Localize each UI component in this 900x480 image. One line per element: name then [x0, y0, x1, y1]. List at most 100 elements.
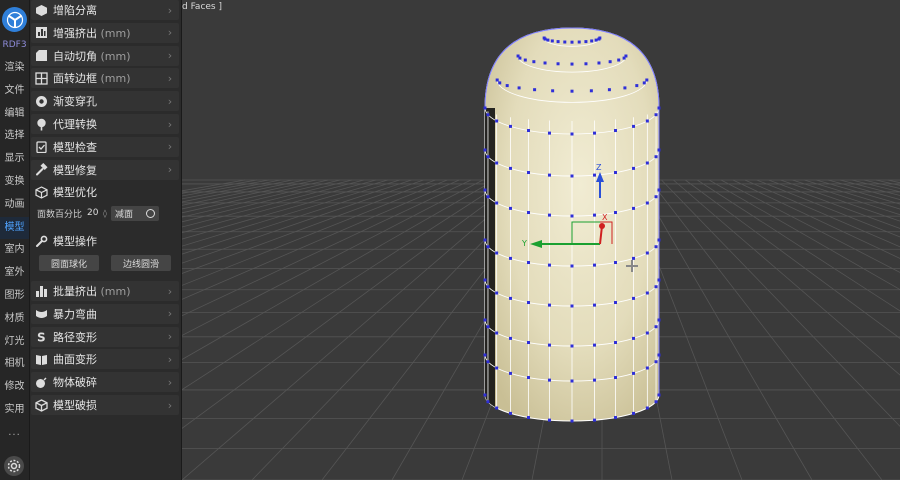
percent-label: 面数百分比: [37, 209, 83, 220]
wrench-icon: [34, 234, 48, 248]
tool-row[interactable]: 模型破损 ›: [31, 395, 179, 415]
tool-row-label: 代理转换: [53, 118, 97, 131]
bomb-icon: [34, 375, 48, 389]
model-operate-header[interactable]: 模型操作: [31, 231, 179, 251]
viewport-label: d Faces ]: [182, 2, 222, 12]
tool-row[interactable]: 增强挤出 (mm) ›: [31, 22, 179, 43]
chevron-right-icon[interactable]: ›: [165, 4, 175, 17]
rail-item[interactable]: 文件: [0, 80, 29, 102]
chevron-right-icon[interactable]: ›: [165, 163, 175, 176]
rail-item[interactable]: 显示: [0, 148, 29, 170]
axis-x-label: X: [602, 213, 608, 222]
tool-row-label: 渐变穿孔: [53, 95, 97, 109]
chevron-right-icon[interactable]: ›: [165, 330, 175, 343]
gear-icon[interactable]: [4, 456, 24, 476]
chevron-right-icon[interactable]: ›: [165, 95, 175, 108]
tool-row-label: 模型修复: [53, 163, 97, 177]
rail-item[interactable]: 室外: [0, 262, 29, 284]
chevron-right-icon[interactable]: ›: [165, 72, 175, 85]
rail-item[interactable]: 变换: [0, 171, 29, 193]
operate-controls: 圆面球化 边线圆滑: [31, 252, 179, 274]
hammer-icon: [34, 163, 48, 177]
tool-row[interactable]: 暴力弯曲 ›: [31, 303, 179, 324]
viewport[interactable]: Z Y X: [182, 0, 900, 480]
grid-frame-icon: [34, 71, 48, 85]
tool-row-label: 模型检查: [53, 140, 97, 154]
rail-item[interactable]: 实用: [0, 399, 29, 421]
rail-item[interactable]: 模型: [0, 216, 29, 239]
path-s-icon: S: [34, 330, 48, 344]
chevron-right-icon[interactable]: ›: [165, 353, 175, 366]
tool-row-label: 批量挤出 (mm): [53, 285, 131, 298]
tool-row-label: 暴力弯曲: [53, 307, 97, 321]
tool-row-label: 面转边框 (mm): [53, 72, 131, 86]
rail-item[interactable]: 图形: [0, 285, 29, 307]
tool-row[interactable]: 模型检查 ›: [31, 136, 179, 157]
chevron-right-icon[interactable]: ›: [165, 399, 175, 412]
edge-smooth-button[interactable]: 边线圆滑: [111, 255, 171, 271]
tool-row[interactable]: 渐变穿孔 ›: [31, 91, 179, 112]
chamfer-icon: [34, 49, 48, 63]
cube-split-icon: [34, 3, 48, 17]
app-logo-icon[interactable]: [2, 7, 27, 32]
percent-input[interactable]: 20: [87, 208, 103, 218]
rail-item[interactable]: 选择: [0, 125, 29, 147]
tool-row-label: 自动切角 (mm): [53, 49, 131, 63]
extrude-icon: [34, 26, 48, 40]
tool-row-label: 物体破碎: [53, 376, 97, 390]
tool-row[interactable]: 自动切角 (mm) ›: [31, 45, 179, 66]
clipboard-check-icon: [34, 140, 48, 154]
book-icon: [34, 352, 48, 366]
cube-outline-icon: [34, 185, 48, 199]
tool-row-label: 增强挤出 (mm): [53, 26, 131, 40]
spinner-icon[interactable]: ◊: [103, 209, 107, 218]
axis-y-label: Y: [521, 239, 527, 248]
chevron-right-icon[interactable]: ›: [165, 285, 175, 298]
optimize-controls: 面数百分比 20 ◊ 减面: [31, 202, 179, 224]
reduce-label: 减面: [114, 209, 133, 220]
brand-label: RDF3: [2, 40, 27, 50]
tool-row-label: 路径变形: [53, 330, 97, 344]
tool-row[interactable]: 物体破碎 ›: [31, 372, 179, 393]
chevron-right-icon[interactable]: ›: [165, 118, 175, 131]
round-sphere-button[interactable]: 圆面球化: [39, 255, 99, 271]
bar-chart-icon: [34, 284, 48, 298]
chevron-right-icon[interactable]: ›: [165, 376, 175, 389]
tool-row[interactable]: 曲面变形 ›: [31, 349, 179, 370]
rail-item[interactable]: 渲染: [0, 57, 29, 79]
rail-item[interactable]: 室内: [0, 239, 29, 261]
chevron-right-icon[interactable]: ›: [165, 49, 175, 62]
rail-item[interactable]: 修改: [0, 376, 29, 398]
rail-item[interactable]: 材质: [0, 308, 29, 330]
tool-row[interactable]: 面转边框 (mm) ›: [31, 68, 179, 89]
tool-row[interactable]: S 路径变形 ›: [31, 326, 179, 347]
more-icon[interactable]: ···: [0, 430, 29, 441]
model-optimize-title: 模型优化: [53, 186, 97, 199]
tool-row-label: 曲面变形: [53, 353, 97, 367]
tool-row[interactable]: 模型修复 ›: [31, 159, 179, 180]
tool-row[interactable]: 批量挤出 (mm) ›: [31, 281, 179, 301]
broken-cube-icon: [34, 398, 48, 412]
rail-item[interactable]: 动画: [0, 194, 29, 216]
tool-panel: 增陷分离 › 增强挤出 (mm) › 自动切角 (mm) › 面转边框 (mm) › 渐变穿孔 ›…: [30, 0, 182, 480]
axis-z-label: Z: [596, 163, 602, 172]
svg-text:S: S: [37, 331, 46, 344]
hole-icon: [34, 94, 48, 108]
radio-icon: [145, 208, 155, 218]
tool-row[interactable]: 增陷分离 ›: [31, 0, 179, 20]
bend-icon: [34, 307, 48, 321]
rail-item[interactable]: 相机: [0, 353, 29, 375]
rail-item[interactable]: 灯光: [0, 331, 29, 353]
tool-rail: RDF3 渲染 文件 编辑 选择 显示 变换 动画 模型 室内 室外 图形 材质 灯光 相机 修改 实用 ··…: [0, 0, 30, 480]
chevron-right-icon[interactable]: ›: [165, 307, 175, 320]
tool-row-label: 增陷分离: [53, 4, 97, 17]
chevron-right-icon[interactable]: ›: [165, 140, 175, 153]
model-optimize-header[interactable]: 模型优化: [31, 182, 179, 202]
tool-row[interactable]: 代理转换 ›: [31, 114, 179, 134]
tree-icon: [34, 117, 48, 131]
tool-row-label: 模型破损: [53, 399, 97, 412]
chevron-right-icon[interactable]: ›: [165, 26, 175, 39]
model-operate-title: 模型操作: [53, 235, 97, 248]
rail-item[interactable]: 编辑: [0, 103, 29, 125]
reduce-button[interactable]: 减面: [110, 205, 159, 221]
